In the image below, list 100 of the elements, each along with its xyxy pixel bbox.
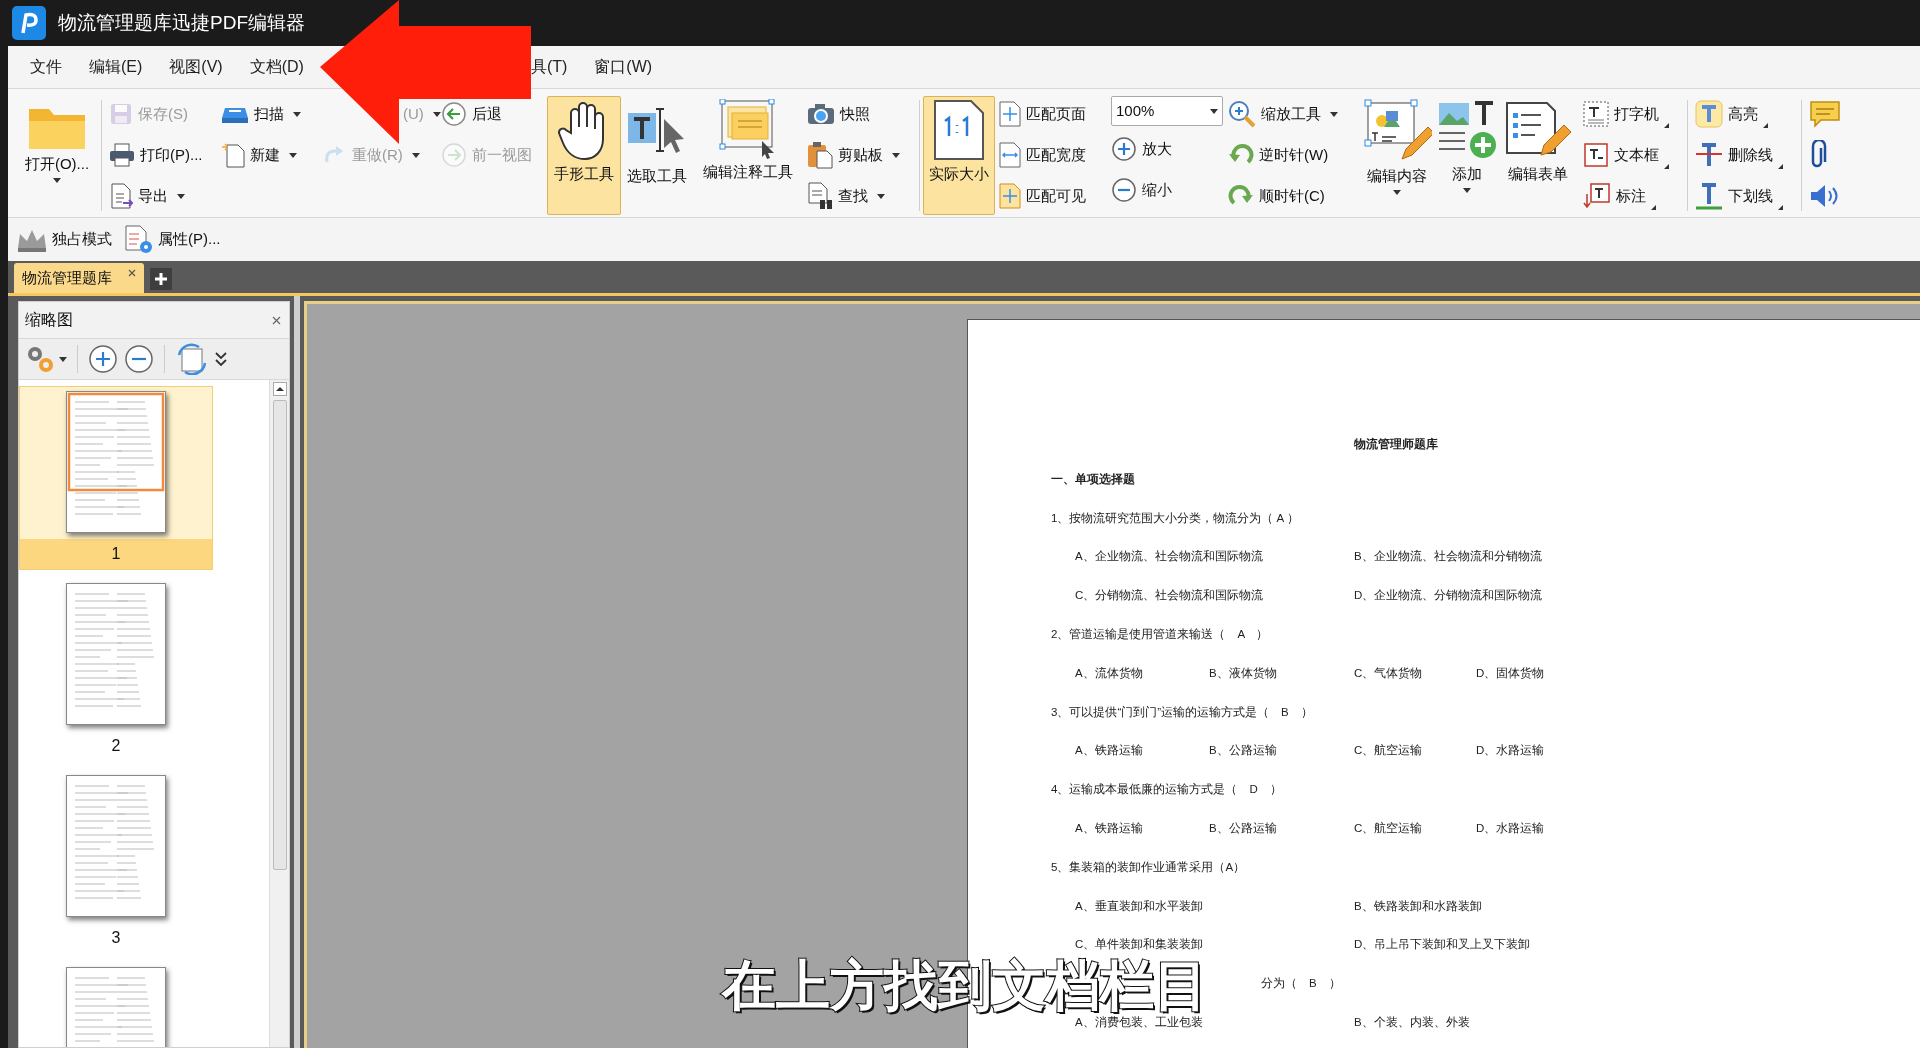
ribbon-button[interactable]: 文本框 — [1583, 137, 1669, 173]
ribbon-button[interactable]: 下划线 — [1695, 178, 1783, 214]
ribbon-button[interactable]: 手形工具 — [547, 96, 621, 215]
speaker-icon[interactable] — [1809, 183, 1839, 209]
ribbon-button[interactable]: 匹配可见 — [999, 178, 1086, 214]
answer-option: B、液体货物 — [1209, 664, 1277, 682]
answer-option: B、公路运输 — [1209, 819, 1277, 838]
caret-icon — [1210, 108, 1218, 114]
page-thumbnail[interactable]: 1 — [19, 386, 213, 570]
document-tab[interactable]: 物流管理题库 — [14, 263, 144, 293]
ribbon-button[interactable]: 打字机 — [1583, 96, 1669, 132]
answer-option: A、铁路运输 — [1075, 742, 1143, 760]
ribbon-button[interactable]: 剪贴板 — [807, 137, 900, 173]
ribbon-button[interactable]: 标注 — [1583, 178, 1656, 214]
answer-option: C、分销物流、社会物流和国际物流 — [1075, 587, 1264, 605]
scrollbar[interactable] — [269, 380, 289, 1047]
answer-option: A、垂直装卸和水平装卸 — [1075, 897, 1203, 915]
menu-item[interactable]: 编辑(E) — [85, 55, 147, 79]
answer-option: C、单件装卸和集装装卸 — [1075, 936, 1204, 954]
ribbon-button[interactable]: 添加 — [1437, 96, 1497, 215]
toolbar-button[interactable]: 属性(P)... — [124, 224, 221, 255]
question-text: 分为（ B ） — [1261, 976, 1341, 992]
answer-option: A、流体货物 — [1075, 664, 1143, 682]
answer-option: D、水路运输 — [1476, 742, 1545, 760]
actual-size-page-icon — [933, 99, 985, 161]
zoom-in-icon — [1111, 136, 1137, 162]
find-document-icon — [807, 182, 833, 210]
page-number: 2 — [111, 736, 121, 756]
zoom-out-icon — [1111, 177, 1137, 203]
answer-option: B、铁路装卸和水路装卸 — [1354, 897, 1482, 915]
answer-option: D、企业物流、分销物流和国际物流 — [1354, 587, 1543, 605]
printer-icon — [109, 143, 135, 167]
comment-icon[interactable] — [1809, 100, 1841, 128]
close-icon — [128, 269, 136, 277]
zoom-out-icon — [124, 344, 154, 374]
menu-item[interactable]: 窗口(W) — [590, 55, 657, 79]
plus-icon — [155, 273, 167, 285]
new-tab-button[interactable] — [150, 268, 172, 290]
ribbon-button[interactable]: 后退 — [441, 96, 502, 132]
ribbon-button[interactable]: 匹配页面 — [999, 96, 1086, 132]
scrollbar-thumb[interactable] — [272, 400, 287, 870]
ribbon-button[interactable]: 匹配宽度 — [999, 137, 1086, 173]
answer-option: B、企业物流、社会物流和分销物流 — [1354, 548, 1542, 566]
ribbon-button[interactable]: 删除线 — [1695, 137, 1783, 173]
fit-page-icon — [999, 101, 1021, 127]
answer-option: B、个装、内装、外装 — [1354, 1013, 1470, 1032]
ribbon-button[interactable]: 逆时针(W) — [1228, 137, 1329, 173]
ribbon-button[interactable]: 选取工具 — [621, 96, 693, 215]
ribbon-button[interactable]: 放大 — [1111, 131, 1172, 167]
strikethrough-icon — [1695, 141, 1723, 169]
edit-content-icon — [1362, 99, 1432, 163]
toolbar-button[interactable] — [215, 351, 227, 367]
comment-stack-icon — [718, 99, 778, 159]
ribbon-button[interactable]: 缩放工具 — [1228, 96, 1338, 132]
underline-icon — [1695, 182, 1723, 210]
camera-icon — [807, 103, 835, 125]
new-document-icon — [221, 142, 245, 168]
toolbar-button[interactable] — [124, 344, 154, 374]
ribbon-button[interactable]: 快照 — [807, 96, 870, 132]
close-icon — [272, 315, 281, 325]
toolbar-button[interactable] — [88, 344, 118, 374]
menu-item[interactable]: 视图(V) — [165, 55, 227, 79]
page-number: 1 — [111, 544, 121, 564]
page-thumbnail[interactable]: 2 — [19, 578, 213, 762]
menu-item[interactable]: 文档(D) — [245, 55, 308, 79]
window-title: 物流管理题库迅捷PDF编辑器 — [58, 10, 305, 35]
ribbon-button[interactable]: 打印(P)... — [109, 137, 203, 173]
ribbon-button[interactable]: 顺时针(C) — [1228, 178, 1325, 214]
question-text: 3、可以提供“门到门”运输的运输方式是（ B ） — [1051, 704, 1313, 720]
scroll-up-icon — [272, 382, 287, 396]
menu-item[interactable]: 具(T) — [526, 55, 572, 79]
ribbon-button[interactable]: 实际大小 — [923, 96, 995, 215]
ribbon-button[interactable]: 查找 — [807, 178, 885, 214]
answer-option: D、吊上吊下装卸和叉上叉下装卸 — [1354, 936, 1531, 954]
ribbon-button[interactable]: 导出 — [109, 178, 185, 214]
ribbon-button[interactable]: 编辑内容 — [1357, 96, 1437, 215]
answer-option: C、航空运输 — [1354, 819, 1423, 838]
paperclip-icon[interactable] — [1809, 140, 1827, 170]
menu-item[interactable]: 文件 — [26, 55, 66, 79]
callout-icon — [1583, 182, 1611, 210]
ribbon-button[interactable]: 高亮 — [1695, 96, 1768, 132]
ribbon-button[interactable]: 编辑表单 — [1497, 96, 1579, 215]
clipboard-icon — [807, 141, 833, 169]
ribbon-button[interactable]: 扫描 — [221, 96, 301, 132]
ribbon-button[interactable]: 编辑注释工具 — [693, 96, 803, 215]
export-document-icon — [109, 183, 133, 209]
ribbon-button[interactable]: 缩小 — [1111, 172, 1172, 208]
text-box-icon — [1583, 142, 1609, 168]
zoom-dropdown[interactable]: 100% — [1111, 96, 1223, 126]
fit-visible-icon — [999, 183, 1021, 209]
question-text: 4、运输成本最低廉的运输方式是（ D ） — [1051, 782, 1282, 798]
page-thumbnail[interactable]: 3 — [19, 770, 213, 954]
ribbon-button[interactable]: 新建 — [221, 137, 297, 173]
document-title: 物流管理师题库 — [1353, 436, 1438, 453]
ribbon-button[interactable]: 打开(O)... — [16, 96, 98, 215]
toolbar-button[interactable]: 独占模式 — [16, 227, 112, 252]
answer-option: C、航空运输 — [1354, 742, 1423, 760]
caret-icon — [59, 356, 67, 362]
answer-option: D、固体货物 — [1476, 664, 1545, 682]
question-text: 1、按物流研究范围大小分类，物流分为（ A ） — [1051, 510, 1299, 526]
